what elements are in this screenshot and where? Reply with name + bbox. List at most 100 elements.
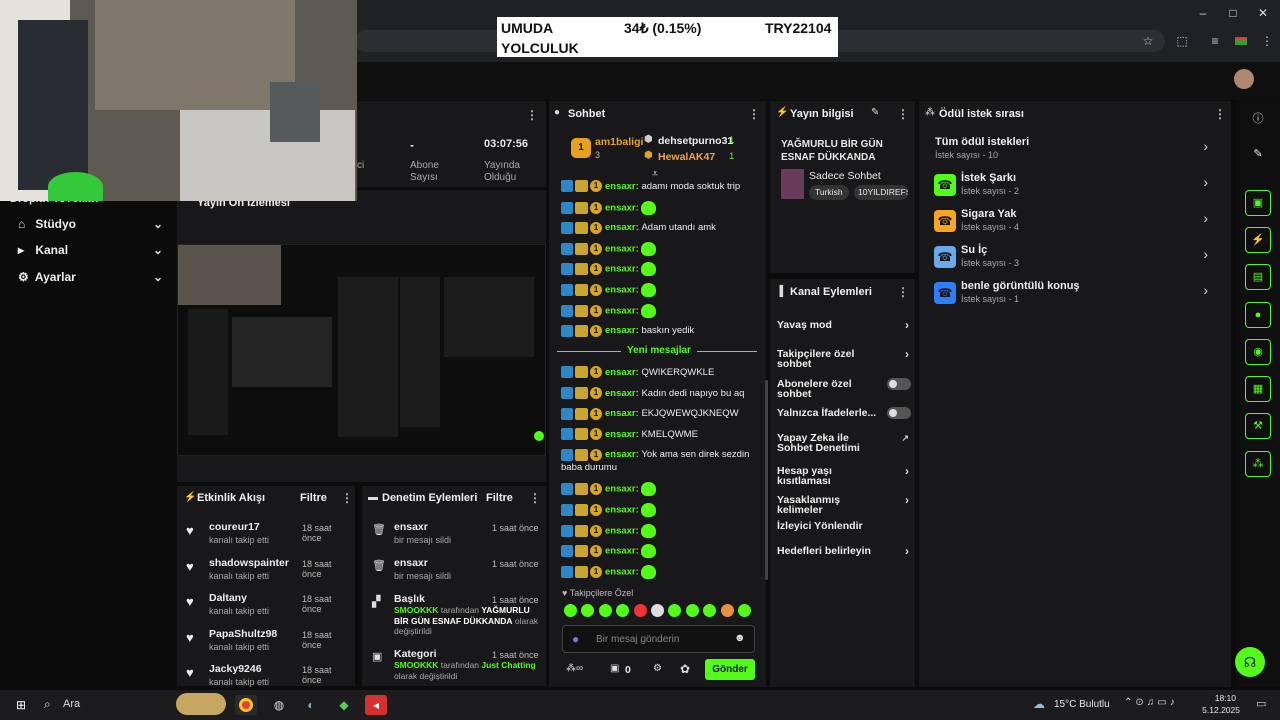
chevron-right-icon[interactable]: ›	[1203, 210, 1208, 226]
chat-username[interactable]: ensaxr	[605, 305, 636, 316]
chat-message[interactable]: 1 ensaxr:	[561, 283, 761, 297]
chevron-right-icon[interactable]: ›	[1203, 246, 1208, 262]
layout-icon[interactable]: ▦	[1245, 376, 1271, 402]
activity-row[interactable]: ♥ shadowspainter kanalı takip etti 18 saat …	[186, 556, 352, 592]
channel-action-0[interactable]: Yavaş mod ›	[777, 318, 909, 336]
moderation-menu-icon[interactable]: ⋮	[529, 491, 541, 505]
emote-icon[interactable]	[651, 604, 664, 617]
sidebar-item-settings[interactable]: ⚙ Ayarlar ⌄	[18, 270, 163, 290]
chat-username[interactable]: ensaxr	[605, 449, 636, 460]
chat-username[interactable]: ensaxr	[605, 525, 636, 536]
chat-username[interactable]: ensaxr	[605, 325, 636, 336]
external-link-icon[interactable]: ↗	[901, 433, 909, 444]
emote-icon[interactable]	[581, 604, 595, 617]
chat-message[interactable]: 1 ensaxr: baskın yedik	[561, 324, 761, 337]
mic-icon[interactable]: ●	[572, 632, 579, 646]
chat-message[interactable]: 1 ensaxr: adamı moda soktuk trip	[561, 180, 761, 193]
chevron-right-icon[interactable]: ›	[905, 347, 909, 361]
chevron-right-icon[interactable]: ›	[1203, 138, 1208, 154]
minecraft-icon[interactable]: ◆	[333, 695, 355, 715]
channel-action-7[interactable]: İzleyici Yönlendir	[777, 519, 909, 537]
chat-username[interactable]: ensaxr	[605, 222, 636, 233]
pencil-icon[interactable]: ✎	[1250, 147, 1266, 160]
moderation-row[interactable]: ▣ Kategori 1 saat önce SMOOKKK tarafından J…	[372, 647, 540, 695]
steam-icon[interactable]: ◐	[300, 695, 322, 715]
document-icon[interactable]: ▤	[1245, 264, 1271, 290]
chat-username[interactable]: ensaxr	[605, 429, 636, 440]
chat-message[interactable]: 1 ensaxr: QWIKERQWKLE	[561, 366, 761, 379]
activity-user[interactable]: Daltany	[209, 592, 247, 604]
chat-username[interactable]: ensaxr	[605, 367, 636, 378]
chat-username[interactable]: ensaxr	[605, 388, 636, 399]
extensions-icon[interactable]: ⬚	[1173, 32, 1191, 50]
leader-name[interactable]: dehsetpurno31	[658, 135, 733, 147]
search-icon[interactable]: ⌕	[44, 697, 51, 712]
activity-user[interactable]: Jacky9246	[209, 663, 262, 675]
reward-queue-menu-icon[interactable]: ⋮	[1214, 107, 1226, 121]
leader-name[interactable]: HewalAK47	[658, 151, 715, 163]
channel-action-4[interactable]: Yapay Zeka ile Sohbet Denetimi ↗	[777, 431, 909, 454]
flag-extension-icon[interactable]	[1232, 32, 1250, 50]
notification-icon[interactable]: ▭	[1256, 697, 1266, 710]
channel-action-1[interactable]: Takipçilere özel sohbet ›	[777, 347, 909, 369]
points-icon[interactable]: ⁂∞	[566, 663, 583, 674]
chat-username[interactable]: ensaxr	[605, 285, 636, 296]
chat-message[interactable]: 1 ensaxr:	[561, 544, 761, 559]
chat-scrollbar[interactable]	[765, 380, 768, 580]
chat-message[interactable]: 1 ensaxr: Adam utandı amk	[561, 221, 761, 234]
chat-message[interactable]: 1 ensaxr: Kadın dedi napıyo bu aq	[561, 387, 761, 400]
channel-action-3[interactable]: Yalnızca İfadelerle...	[777, 406, 911, 424]
chat-message[interactable]: 1 ensaxr:	[561, 564, 761, 579]
activity-row[interactable]: ♥ PapaShultz98 kanalı takip etti 18 saat ön…	[186, 627, 352, 663]
activity-row[interactable]: ♥ coureur17 kanalı takip etti 18 saat önce	[186, 520, 352, 556]
leader-name[interactable]: am1baligi	[595, 136, 643, 148]
emote-picker-icon[interactable]: ✿	[680, 662, 690, 676]
app-icon[interactable]: ◂	[365, 695, 387, 715]
help-chat-icon[interactable]: ☊	[1235, 647, 1265, 677]
moderation-row[interactable]: ▞ Başlık 1 saat önce SMOOKKK tarafından YAĞ…	[372, 592, 540, 640]
chat-username[interactable]: ensaxr	[605, 505, 636, 516]
chat-username[interactable]: ensaxr	[605, 264, 636, 275]
tray-icons[interactable]: ⌃⊙♫▭♪	[1124, 697, 1178, 708]
chat-icon[interactable]: ●	[1245, 302, 1271, 328]
edit-icon[interactable]: ✎	[871, 107, 879, 118]
chrome-icon[interactable]	[235, 695, 257, 715]
bookmark-star-icon[interactable]: ☆	[1139, 32, 1157, 50]
chat-settings-icon[interactable]: ⚙	[653, 663, 662, 674]
activity-row[interactable]: ♥ Daltany kanalı takip etti 18 saat önce	[186, 591, 352, 627]
chat-message[interactable]: 1 ensaxr:	[561, 241, 761, 256]
screen-icon[interactable]: ▣	[1245, 190, 1271, 216]
chat-username[interactable]: ensaxr	[605, 546, 636, 557]
broadcast-icon[interactable]: ◉	[1245, 339, 1271, 365]
chat-username[interactable]: ensaxr	[605, 181, 636, 192]
chat-username[interactable]: ensaxr	[605, 243, 636, 254]
emote-icon[interactable]	[598, 604, 612, 617]
clock-date[interactable]: 5.12.2025	[1196, 705, 1240, 715]
chat-message[interactable]: 1 ensaxr:	[561, 303, 761, 318]
emote-icon[interactable]	[703, 604, 717, 617]
clock-time[interactable]: 18:10	[1206, 693, 1236, 703]
menu-dots-icon[interactable]: ⋮	[1258, 32, 1276, 50]
activity-menu-icon[interactable]: ⋮	[341, 491, 353, 505]
channel-actions-menu-icon[interactable]: ⋮	[897, 285, 909, 299]
reward-row[interactable]: ☎ benle görüntülü konuş İstek sayısı - 1 ›	[934, 278, 1220, 310]
stream-info-menu-icon[interactable]: ⋮	[897, 107, 909, 121]
maximize-icon[interactable]: □	[1220, 4, 1246, 22]
chat-username[interactable]: ensaxr	[605, 566, 636, 577]
chat-username[interactable]: ensaxr	[605, 484, 636, 495]
channel-action-6[interactable]: Yasaklanmış kelimeler ›	[777, 493, 909, 515]
chat-menu-icon[interactable]: ⋮	[748, 107, 760, 121]
emote-icon[interactable]	[564, 604, 577, 617]
chat-input[interactable]: ● Bir mesaj gönderin ☻	[562, 625, 755, 653]
reward-row[interactable]: ☎ İstek Şarkı İstek sayısı - 2 ›	[934, 170, 1220, 202]
moderation-actor[interactable]: SMOOKKK	[394, 660, 438, 670]
wrench-icon[interactable]: ⚒	[1245, 413, 1271, 439]
channel-action-5[interactable]: Hesap yaşı kısıtlaması ›	[777, 464, 909, 486]
channel-action-2[interactable]: Abonelere özel sohbet	[777, 377, 911, 399]
gift-icon[interactable]: ▣	[610, 663, 619, 674]
emote-icon[interactable]	[738, 604, 751, 617]
activity-user[interactable]: coureur17	[209, 521, 260, 533]
toggle-switch[interactable]	[887, 407, 911, 419]
info-icon[interactable]: ⓘ	[1250, 110, 1266, 126]
minimize-icon[interactable]: –	[1190, 4, 1216, 22]
